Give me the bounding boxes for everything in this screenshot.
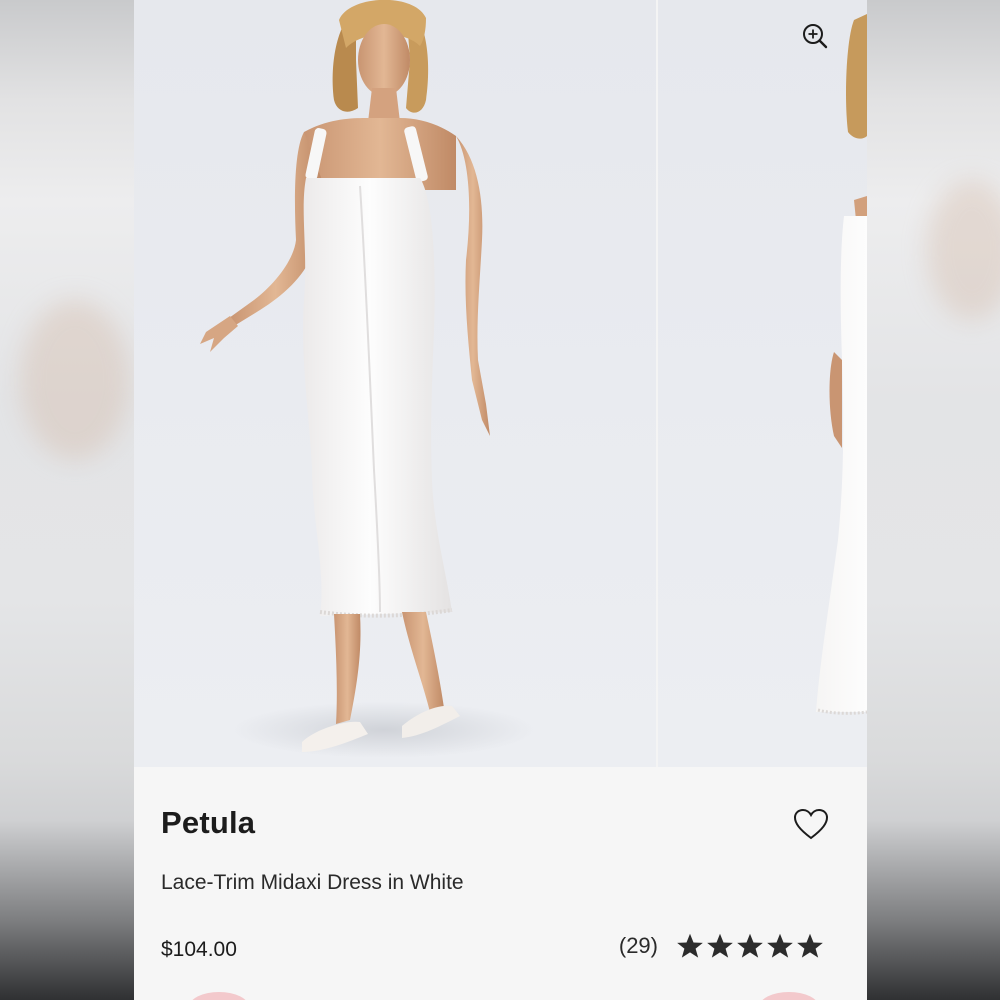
reviews-link[interactable]: (29) — [619, 932, 824, 960]
product-page: Petula Lace-Trim Midaxi Dress in White $… — [134, 0, 867, 1000]
star-icon — [767, 933, 793, 958]
heart-outline-icon — [793, 808, 829, 840]
zoom-in-icon — [803, 24, 828, 49]
star-icon — [707, 933, 733, 958]
image-gallery[interactable] — [134, 0, 867, 767]
zoom-button[interactable] — [799, 20, 831, 52]
wishlist-button[interactable] — [791, 804, 831, 844]
review-count: (29) — [618, 933, 658, 958]
star-icon — [737, 933, 763, 958]
product-subtitle: Lace-Trim Midaxi Dress in White — [161, 871, 464, 894]
product-info: Petula Lace-Trim Midaxi Dress in White $… — [134, 767, 867, 1000]
color-swatch-peek[interactable] — [189, 992, 249, 1000]
star-rating — [676, 932, 824, 960]
blurred-backdrop-right — [867, 0, 1000, 1000]
color-swatch-peek[interactable] — [759, 992, 819, 1000]
star-icon — [797, 933, 823, 958]
product-brand: Petula — [161, 805, 256, 840]
gallery-slide-1[interactable] — [134, 0, 656, 767]
screen: Petula Lace-Trim Midaxi Dress in White $… — [0, 0, 1000, 1000]
product-price: $104.00 — [161, 938, 237, 961]
product-photo-front — [200, 0, 534, 758]
star-icon — [677, 933, 703, 958]
blurred-backdrop-left — [0, 0, 134, 1000]
gallery-slide-2[interactable] — [658, 0, 867, 767]
product-photo-side — [816, 14, 867, 715]
